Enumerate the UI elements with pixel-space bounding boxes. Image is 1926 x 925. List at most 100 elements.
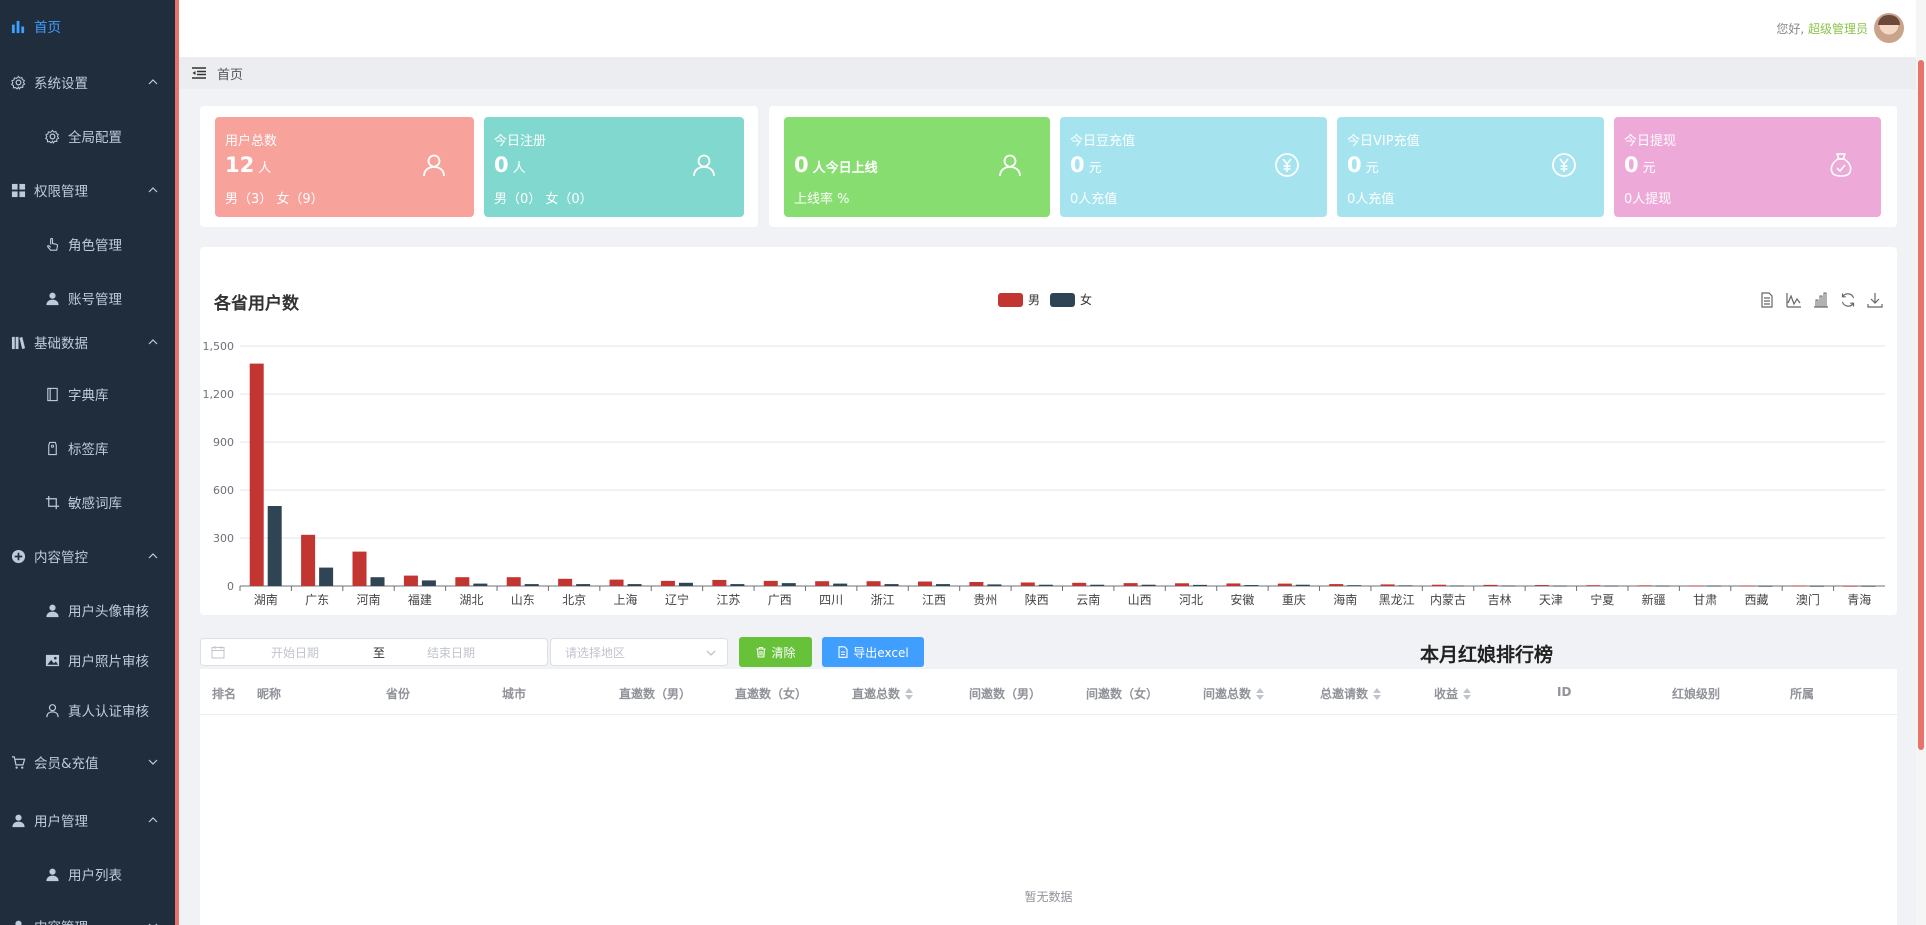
bar-male[interactable] xyxy=(1175,583,1190,586)
sidebar-item[interactable]: 权限管理 xyxy=(0,170,175,210)
bar-female[interactable] xyxy=(370,577,385,586)
avatar[interactable] xyxy=(1874,13,1904,43)
bar-male[interactable] xyxy=(660,580,675,586)
bar-female[interactable] xyxy=(319,567,334,586)
sidebar-item[interactable]: 会员&充值 xyxy=(0,742,175,782)
sidebar-item[interactable]: 敏感词库 xyxy=(0,482,175,522)
bar-male[interactable] xyxy=(1277,583,1292,586)
bar-female[interactable] xyxy=(627,584,642,586)
end-date-input[interactable]: 结束日期 xyxy=(427,644,527,661)
column-header[interactable]: 间邀总数 xyxy=(1203,685,1265,702)
bar-female[interactable] xyxy=(730,584,745,586)
bar-female[interactable] xyxy=(987,584,1002,586)
sidebar-item[interactable]: 系统设置 xyxy=(0,62,175,102)
bar-male[interactable] xyxy=(1637,585,1652,587)
sort-caret-icon[interactable] xyxy=(1463,687,1472,700)
bar-female[interactable] xyxy=(1347,585,1362,586)
bar-female[interactable] xyxy=(1090,584,1105,586)
sidebar-item[interactable]: 标签库 xyxy=(0,428,175,468)
export-excel-button[interactable]: 导出excel xyxy=(822,637,924,667)
sidebar-item[interactable]: 用户管理 xyxy=(0,800,175,840)
bar-male[interactable] xyxy=(1843,585,1858,587)
bar-female[interactable] xyxy=(833,583,848,586)
sort-caret-icon[interactable] xyxy=(1373,687,1382,700)
sort-caret-icon[interactable] xyxy=(905,687,914,700)
bar-male[interactable] xyxy=(1534,585,1549,586)
bar-male[interactable] xyxy=(1072,582,1087,586)
date-range-picker[interactable]: 开始日期 至 结束日期 xyxy=(200,638,548,666)
region-select[interactable]: 请选择地区 xyxy=(550,638,728,666)
menu-collapse-icon[interactable] xyxy=(191,65,207,81)
bar-male[interactable] xyxy=(1740,585,1755,587)
bar-female[interactable] xyxy=(1193,584,1208,586)
bar-male[interactable] xyxy=(1586,585,1601,586)
bar-male[interactable] xyxy=(969,582,984,586)
scrollbar-thumb[interactable] xyxy=(1918,60,1924,750)
bar-male[interactable] xyxy=(815,581,830,586)
bar-female[interactable] xyxy=(473,583,488,586)
sidebar-item[interactable]: 内容管理 xyxy=(0,906,175,925)
bar-female[interactable] xyxy=(1707,585,1722,587)
bar-female[interactable] xyxy=(1604,585,1619,587)
sidebar-item[interactable]: 基础数据 xyxy=(0,322,175,362)
bar-female[interactable] xyxy=(678,582,693,586)
bar-male[interactable] xyxy=(1380,584,1395,586)
sort-caret-icon[interactable] xyxy=(1256,687,1265,700)
bar-male[interactable] xyxy=(1226,583,1241,586)
bar-male[interactable] xyxy=(1791,585,1806,587)
bar-male[interactable] xyxy=(249,363,264,586)
bar-female[interactable] xyxy=(524,584,539,586)
bar-female[interactable] xyxy=(1655,585,1670,587)
page-scrollbar[interactable] xyxy=(1916,0,1926,925)
bar-female[interactable] xyxy=(1501,585,1516,587)
bar-female[interactable] xyxy=(1809,585,1824,587)
bar-female[interactable] xyxy=(1861,585,1876,587)
bar-female[interactable] xyxy=(576,584,591,586)
bar-female[interactable] xyxy=(1141,584,1156,586)
breadcrumb-current[interactable]: 首页 xyxy=(217,64,243,83)
bar-female[interactable] xyxy=(1295,584,1310,586)
bar-male[interactable] xyxy=(609,579,624,586)
username-link[interactable]: 超级管理员 xyxy=(1808,22,1868,36)
bar-male[interactable] xyxy=(403,575,418,586)
bar-male[interactable] xyxy=(558,578,573,586)
bar-male[interactable] xyxy=(455,577,470,586)
sidebar-item[interactable]: 用户照片审核 xyxy=(0,640,175,680)
bar-male[interactable] xyxy=(301,534,316,586)
bar-female[interactable] xyxy=(884,584,899,586)
bar-female[interactable] xyxy=(267,506,282,586)
bar-male[interactable] xyxy=(917,581,932,586)
bar-male[interactable] xyxy=(352,551,367,586)
bar-female[interactable] xyxy=(935,584,950,586)
sidebar-item[interactable]: 角色管理 xyxy=(0,224,175,264)
column-header[interactable]: 收益 xyxy=(1434,685,1472,702)
bar-male[interactable] xyxy=(866,581,881,586)
start-date-input[interactable]: 开始日期 xyxy=(271,644,371,661)
bar-female[interactable] xyxy=(1758,585,1773,587)
sidebar-item[interactable]: 内容管控 xyxy=(0,536,175,576)
bar-male[interactable] xyxy=(1483,584,1498,586)
bar-male[interactable] xyxy=(1432,584,1447,586)
column-header[interactable]: 总邀请数 xyxy=(1320,685,1382,702)
bar-male[interactable] xyxy=(1123,583,1138,586)
sidebar-item[interactable]: 字典库 xyxy=(0,374,175,414)
bar-male[interactable] xyxy=(1689,585,1704,587)
bar-male[interactable] xyxy=(506,577,521,586)
bar-female[interactable] xyxy=(1398,585,1413,587)
bar-female[interactable] xyxy=(421,580,436,586)
bar-female[interactable] xyxy=(1450,585,1465,587)
bar-female[interactable] xyxy=(1038,584,1053,586)
bar-male[interactable] xyxy=(1329,584,1344,586)
bar-male[interactable] xyxy=(1020,582,1035,586)
bar-male[interactable] xyxy=(712,579,727,586)
bar-male[interactable] xyxy=(763,580,778,586)
sidebar-item[interactable]: 账号管理 xyxy=(0,278,175,318)
sidebar-item[interactable]: 用户头像审核 xyxy=(0,590,175,630)
sidebar-item[interactable]: 用户列表 xyxy=(0,854,175,894)
sidebar-item[interactable]: 首页 xyxy=(0,6,175,46)
clear-button[interactable]: 清除 xyxy=(739,637,812,667)
column-header[interactable]: 直邀总数 xyxy=(852,685,914,702)
bar-female[interactable] xyxy=(1244,585,1259,586)
sidebar-item[interactable]: 真人认证审核 xyxy=(0,690,175,730)
bar-female[interactable] xyxy=(1552,585,1567,587)
